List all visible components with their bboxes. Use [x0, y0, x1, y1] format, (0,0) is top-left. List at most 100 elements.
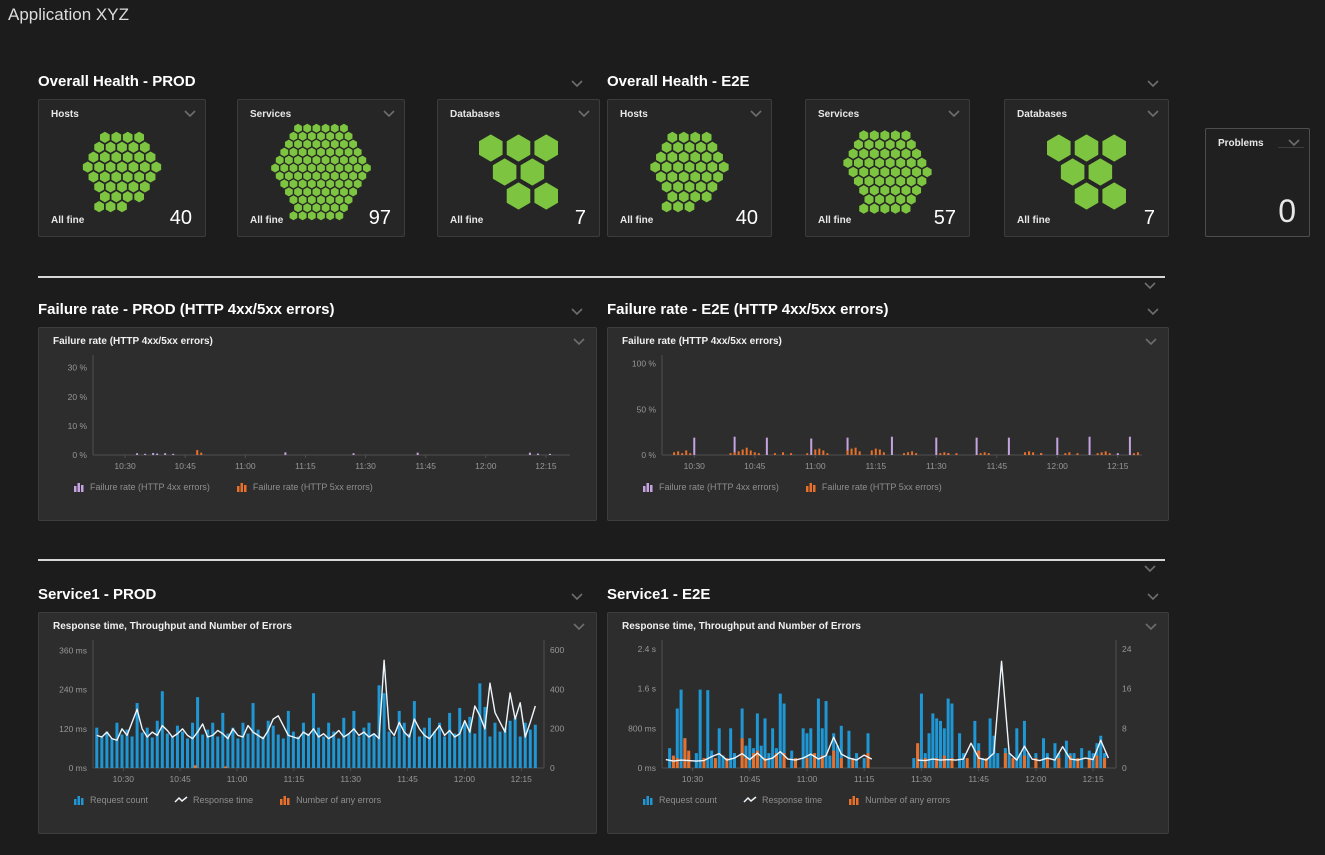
svg-text:8: 8: [1122, 723, 1127, 733]
service-chart-prod[interactable]: 360 ms240 ms120 ms0 ms600400200010:3010:…: [45, 632, 584, 792]
svg-text:10 %: 10 %: [68, 421, 88, 431]
tile-label: Hosts: [620, 109, 648, 120]
failure-rate-chart-prod[interactable]: 30 %20 %10 %0 %10:3010:4511:0011:1511:30…: [45, 347, 584, 479]
tile-databases-e2e[interactable]: Databases All fine 7: [1004, 99, 1169, 237]
section-title-service-prod: Service1 - PROD: [38, 586, 156, 603]
svg-text:11:15: 11:15: [865, 461, 886, 471]
chevron-down-icon[interactable]: [947, 109, 961, 118]
chevron-down-icon[interactable]: [1144, 622, 1158, 631]
chevron-down-icon[interactable]: [1146, 109, 1160, 118]
svg-text:10:30: 10:30: [682, 774, 704, 784]
svg-text:12:15: 12:15: [511, 774, 533, 784]
tile-status: All fine: [250, 215, 283, 226]
chevron-down-icon[interactable]: [1143, 281, 1157, 290]
svg-text:24: 24: [1122, 644, 1132, 654]
legend-item-bars[interactable]: Request count: [642, 795, 717, 805]
svg-text:11:30: 11:30: [926, 461, 947, 471]
svg-text:1.6 s: 1.6 s: [638, 684, 656, 694]
chevron-down-icon[interactable]: [382, 109, 396, 118]
chevron-down-icon[interactable]: [1146, 79, 1160, 88]
chart-title: Failure rate (HTTP 4xx/5xx errors): [622, 336, 782, 347]
legend-item-bars[interactable]: Number of any errors: [848, 795, 950, 805]
bars-icon: [642, 482, 654, 492]
legend-label: Number of any errors: [296, 795, 381, 805]
bars-icon: [848, 795, 860, 805]
tile-problems[interactable]: Problems 0: [1205, 128, 1310, 237]
svg-text:11:45: 11:45: [415, 461, 436, 471]
tile-status: All fine: [1017, 215, 1050, 226]
dashboard: Application XYZ Overall Health - PROD Ov…: [0, 0, 1325, 855]
legend-item-bars[interactable]: Failure rate (HTTP 5xx errors): [236, 482, 373, 492]
bars-icon: [279, 795, 291, 805]
legend-label: Request count: [659, 795, 717, 805]
legend-item-bars[interactable]: Request count: [73, 795, 148, 805]
chevron-down-icon[interactable]: [1144, 337, 1158, 346]
tile-hosts-e2e[interactable]: Hosts All fine 40: [607, 99, 772, 237]
tile-status: All fine: [51, 215, 84, 226]
tile-label: Services: [818, 109, 859, 120]
legend-item-bars[interactable]: Failure rate (HTTP 4xx errors): [642, 482, 779, 492]
svg-text:0 %: 0 %: [72, 450, 87, 460]
chevron-down-icon[interactable]: [572, 337, 586, 346]
chevron-down-icon[interactable]: [1146, 592, 1160, 601]
svg-text:11:00: 11:00: [797, 774, 818, 784]
svg-text:10:45: 10:45: [744, 461, 766, 471]
chevron-down-icon[interactable]: [1146, 307, 1160, 316]
legend-label: Response time: [762, 795, 822, 805]
bars-icon: [236, 482, 248, 492]
failure-rate-chart-e2e[interactable]: 100 %50 %0 %10:3010:4511:0011:1511:3011:…: [614, 347, 1156, 479]
svg-text:0 ms: 0 ms: [638, 763, 656, 773]
svg-text:600: 600: [550, 645, 564, 655]
tile-label: Hosts: [51, 109, 79, 120]
tile-services-e2e[interactable]: Services All fine 57: [805, 99, 970, 237]
tile-count: 57: [934, 207, 956, 230]
svg-text:12:00: 12:00: [454, 774, 476, 784]
chevron-down-icon[interactable]: [1143, 564, 1157, 573]
svg-text:16: 16: [1122, 684, 1132, 694]
chart-legend: Failure rate (HTTP 4xx errors) Failure ra…: [608, 482, 1168, 492]
chevron-down-icon[interactable]: [572, 622, 586, 631]
svg-text:12:00: 12:00: [1025, 774, 1047, 784]
page-title: Application XYZ: [8, 5, 129, 25]
tile-services-prod[interactable]: Services All fine 97: [237, 99, 405, 237]
bars-icon: [642, 795, 654, 805]
section-title-failure-prod: Failure rate - PROD (HTTP 4xx/5xx errors…: [38, 301, 335, 318]
tile-hosts-prod[interactable]: Hosts All fine 40: [38, 99, 206, 237]
legend-item-bars[interactable]: Number of any errors: [279, 795, 381, 805]
service-chart-e2e[interactable]: 2.4 s1.6 s800 ms0 ms24168010:3010:4511:0…: [614, 632, 1156, 792]
tile-databases-prod[interactable]: Databases All fine 7: [437, 99, 600, 237]
chevron-down-icon[interactable]: [577, 109, 591, 118]
svg-text:10:45: 10:45: [170, 774, 192, 784]
legend-label: Failure rate (HTTP 5xx errors): [253, 482, 373, 492]
tile-label: Databases: [1017, 109, 1067, 120]
legend-item-bars[interactable]: Failure rate (HTTP 5xx errors): [805, 482, 942, 492]
svg-text:11:30: 11:30: [355, 461, 376, 471]
legend-item-line[interactable]: Response time: [743, 795, 822, 805]
tile-status: All fine: [450, 215, 483, 226]
svg-text:10:30: 10:30: [113, 774, 135, 784]
chevron-down-icon[interactable]: [183, 109, 197, 118]
svg-text:200: 200: [550, 724, 564, 734]
tile-status: All fine: [620, 215, 653, 226]
chevron-down-icon[interactable]: [570, 79, 584, 88]
section-divider: [38, 559, 1165, 561]
svg-text:11:45: 11:45: [968, 774, 989, 784]
chevron-down-icon[interactable]: [570, 592, 584, 601]
svg-text:120 ms: 120 ms: [59, 724, 87, 734]
legend-item-bars[interactable]: Failure rate (HTTP 4xx errors): [73, 482, 210, 492]
chevron-down-icon[interactable]: [570, 307, 584, 316]
svg-text:11:00: 11:00: [235, 461, 256, 471]
chart-title: Response time, Throughput and Number of …: [622, 621, 861, 632]
legend-label: Number of any errors: [865, 795, 950, 805]
legend-item-line[interactable]: Response time: [174, 795, 253, 805]
svg-text:10:30: 10:30: [114, 461, 136, 471]
chart-title: Response time, Throughput and Number of …: [53, 621, 292, 632]
svg-text:10:45: 10:45: [175, 461, 197, 471]
tile-count: 97: [369, 207, 391, 230]
problems-sparkline: [1278, 147, 1304, 148]
legend-label: Request count: [90, 795, 148, 805]
chevron-down-icon[interactable]: [749, 109, 763, 118]
chevron-down-icon[interactable]: [1287, 138, 1301, 147]
svg-text:0 %: 0 %: [641, 450, 656, 460]
svg-text:0 ms: 0 ms: [69, 763, 87, 773]
